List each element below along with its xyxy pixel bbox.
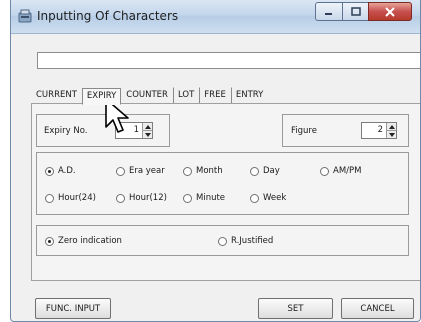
radio-era-year[interactable]: Era year bbox=[116, 166, 165, 176]
expiry-no-group: Expiry No. 1 bbox=[36, 114, 170, 147]
radio-day[interactable]: Day bbox=[250, 166, 280, 176]
radio-selected-indicator bbox=[45, 166, 54, 176]
radio-minute[interactable]: Minute bbox=[183, 193, 225, 203]
radio-zero-indication[interactable]: Zero indication bbox=[45, 236, 122, 246]
cancel-button[interactable]: CANCEL bbox=[341, 298, 414, 319]
justification-group: Zero indication R.Justified bbox=[36, 225, 409, 256]
figure-value[interactable]: 2 bbox=[362, 123, 386, 138]
tab-lot[interactable]: LOT bbox=[172, 87, 199, 104]
expiry-no-value[interactable]: 1 bbox=[116, 123, 142, 138]
radio-r-justified[interactable]: R.Justified bbox=[218, 236, 273, 246]
spin-down-button[interactable] bbox=[143, 131, 152, 138]
minimize-icon bbox=[325, 12, 332, 15]
chevron-up-icon bbox=[144, 124, 151, 129]
radio-am-pm[interactable]: AM/PM bbox=[320, 166, 361, 176]
figure-group: Figure 2 bbox=[282, 114, 409, 147]
chevron-down-icon bbox=[388, 132, 395, 137]
radio-selected-indicator bbox=[45, 236, 54, 246]
date-format-group: A.D. Era year Month Day AM/PM Hour(24) H… bbox=[36, 152, 409, 215]
radio-ad[interactable]: A.D. bbox=[45, 166, 76, 176]
expiry-tab-panel: Expiry No. 1 Figure 2 A.D. Era year Mont… bbox=[31, 103, 420, 281]
set-button[interactable]: SET bbox=[258, 298, 333, 319]
close-icon bbox=[385, 6, 395, 17]
tab-free[interactable]: FREE bbox=[199, 87, 231, 104]
tab-entry[interactable]: ENTRY bbox=[230, 87, 268, 104]
spin-down-button[interactable] bbox=[387, 131, 396, 138]
window-title: Inputting Of Characters bbox=[37, 9, 179, 23]
radio-month[interactable]: Month bbox=[183, 166, 223, 176]
chevron-down-icon bbox=[144, 132, 151, 137]
tab-expiry[interactable]: EXPIRY bbox=[81, 88, 122, 105]
character-input[interactable] bbox=[37, 52, 420, 69]
func-input-button[interactable]: FUNC. INPUT bbox=[35, 298, 111, 319]
figure-label: Figure bbox=[291, 126, 317, 136]
expiry-no-spinner[interactable]: 1 bbox=[115, 122, 153, 139]
app-icon bbox=[17, 8, 33, 24]
tab-current[interactable]: CURRENT bbox=[31, 87, 82, 104]
spin-up-button[interactable] bbox=[143, 123, 152, 131]
maximize-button[interactable] bbox=[342, 2, 368, 21]
dialog-window: Inputting Of Characters CURRENT EXPIRY C… bbox=[10, 0, 421, 322]
tab-counter[interactable]: COUNTER bbox=[121, 87, 173, 104]
radio-week[interactable]: Week bbox=[250, 193, 286, 203]
minimize-button[interactable] bbox=[315, 2, 342, 21]
chevron-up-icon bbox=[388, 124, 395, 129]
title-bar[interactable]: Inputting Of Characters bbox=[11, 0, 420, 34]
radio-hour-12[interactable]: Hour(12) bbox=[116, 193, 167, 203]
spin-up-button[interactable] bbox=[387, 123, 396, 131]
close-button[interactable] bbox=[368, 2, 412, 21]
radio-hour-24[interactable]: Hour(24) bbox=[45, 193, 96, 203]
figure-spinner[interactable]: 2 bbox=[361, 122, 397, 139]
maximize-icon bbox=[350, 7, 361, 16]
tab-strip: CURRENT EXPIRY COUNTER LOT FREE ENTRY bbox=[31, 87, 268, 105]
expiry-no-label: Expiry No. bbox=[44, 126, 88, 136]
caption-buttons bbox=[315, 2, 412, 21]
